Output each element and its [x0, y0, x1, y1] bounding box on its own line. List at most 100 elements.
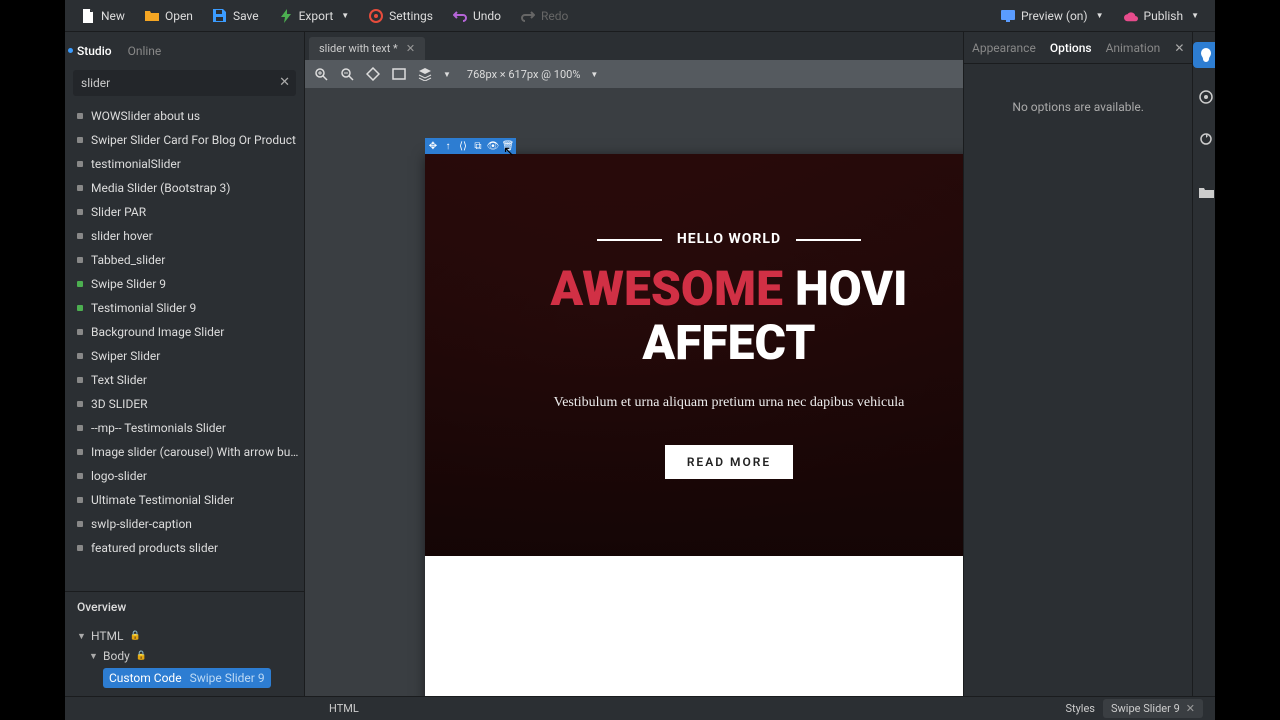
undo-icon [453, 9, 467, 23]
read-more-button[interactable]: READ MORE [665, 445, 793, 479]
footer-chip[interactable]: Swipe Slider 9✕ [1103, 699, 1203, 718]
list-item[interactable]: WOWSlider about us [69, 104, 300, 128]
footer-bar: HTML Styles Swipe Slider 9✕ [65, 696, 1215, 720]
file-tabs: slider with text *✕ [305, 32, 963, 60]
canvas[interactable]: ✥ ↑ ⟨⟩ ⧉ 👁 🗑 ↖ HELLO WORLD AWESOME HOVI … [305, 88, 963, 696]
footer-styles[interactable]: Styles [1065, 702, 1095, 715]
undo-button[interactable]: Undo [445, 5, 509, 27]
list-item[interactable]: 3D SLIDER [69, 392, 300, 416]
list-item[interactable]: Ultimate Testimonial Slider [69, 488, 300, 512]
bolt-icon [279, 9, 293, 23]
main-toolbar: New Open Save Export ▼ Settings Undo Redo… [65, 0, 1215, 32]
gear-icon [369, 9, 383, 23]
tab-appearance[interactable]: Appearance [972, 41, 1036, 55]
right-sidebar [1192, 32, 1215, 696]
list-item[interactable]: Text Slider [69, 368, 300, 392]
chevron-down-icon: ▼ [1096, 11, 1104, 20]
hide-icon[interactable]: 👁 [487, 140, 499, 152]
outline-icon[interactable] [365, 66, 381, 82]
left-panel: Studio Online ✕ WOWSlider about usSwiper… [65, 32, 305, 696]
footer-html[interactable]: HTML [329, 702, 359, 715]
settings-button[interactable]: Settings [361, 5, 441, 27]
list-item[interactable]: slider hover [69, 224, 300, 248]
save-icon [213, 9, 227, 23]
file-tab[interactable]: slider with text *✕ [309, 37, 425, 60]
chevron-down-icon[interactable]: ▼ [443, 70, 451, 79]
page-body [425, 556, 963, 696]
publish-button[interactable]: Publish ▼ [1116, 5, 1207, 27]
folder-icon [145, 9, 159, 23]
tree-body[interactable]: ▼Body🔒 [73, 646, 296, 666]
left-tabs: Studio Online [65, 32, 304, 62]
chevron-down-icon: ▼ [1191, 11, 1199, 20]
list-item[interactable]: --mp-- Testimonials Slider [69, 416, 300, 440]
list-item[interactable]: swIp-slider-caption [69, 512, 300, 536]
hero-title: AWESOME HOVI AFFECT [550, 263, 907, 371]
paint-icon[interactable] [1193, 42, 1215, 68]
redo-label: Redo [541, 9, 568, 23]
rect-icon[interactable] [391, 66, 407, 82]
hero-subtitle: Vestibulum et urna aliquam pretium urna … [554, 395, 905, 411]
new-button[interactable]: New [73, 5, 133, 27]
move-icon[interactable]: ✥ [427, 140, 439, 152]
list-item[interactable]: Swipe Slider 9 [69, 272, 300, 296]
copy-icon[interactable]: ⧉ [472, 140, 484, 152]
lock-icon: 🔒 [130, 631, 141, 641]
list-item[interactable]: Tabbed_slider [69, 248, 300, 272]
chevron-down-icon: ▼ [341, 11, 349, 20]
preview-icon [1001, 9, 1015, 23]
list-item[interactable]: Slider PAR [69, 200, 300, 224]
right-tabs: Appearance Options Animation ✕ [964, 32, 1192, 64]
publish-label: Publish [1144, 9, 1184, 23]
up-icon[interactable]: ↑ [442, 140, 454, 152]
save-button[interactable]: Save [205, 5, 267, 27]
right-body: No options are available. [964, 64, 1192, 696]
redo-button[interactable]: Redo [513, 5, 576, 27]
search-input[interactable] [73, 70, 296, 96]
tab-studio[interactable]: Studio [77, 40, 112, 62]
file-icon [81, 9, 95, 23]
layers-icon[interactable] [417, 66, 433, 82]
code-icon[interactable]: ⟨⟩ [457, 140, 469, 152]
export-label: Export [299, 9, 334, 23]
gear-icon[interactable] [1193, 84, 1215, 110]
lock-icon: 🔒 [136, 651, 147, 661]
tab-options[interactable]: Options [1050, 41, 1092, 55]
cursor-icon: ↖ [503, 144, 515, 160]
list-item[interactable]: testimonialSlider [69, 152, 300, 176]
preview-label: Preview (on) [1021, 9, 1088, 23]
tree-custom-code[interactable]: Custom CodeSwipe Slider 9 [103, 668, 271, 688]
list-item[interactable]: featured products slider [69, 536, 300, 560]
save-label: Save [233, 9, 259, 23]
list-item[interactable]: Swiper Slider Card For Blog Or Product [69, 128, 300, 152]
list-item[interactable]: Swiper Slider [69, 344, 300, 368]
new-label: New [101, 9, 125, 23]
overview-header[interactable]: Overview [65, 591, 304, 622]
tab-animation[interactable]: Animation [1106, 41, 1161, 55]
center-panel: slider with text *✕ ▼ 768px × 617px @ 10… [305, 32, 963, 696]
list-item[interactable]: Testimonial Slider 9 [69, 296, 300, 320]
zoom-in-icon[interactable] [313, 66, 329, 82]
tab-online[interactable]: Online [128, 40, 162, 62]
component-list[interactable]: WOWSlider about usSwiper Slider Card For… [65, 104, 304, 591]
animation-icon[interactable] [1193, 126, 1215, 152]
overview-tree: ▼HTML🔒 ▼Body🔒 Custom CodeSwipe Slider 9 [65, 622, 304, 696]
canvas-dimensions[interactable]: 768px × 617px @ 100% [467, 68, 580, 81]
clear-search-icon[interactable]: ✕ [279, 75, 290, 90]
chevron-down-icon[interactable]: ▼ [590, 70, 598, 79]
close-tab-icon[interactable]: ✕ [406, 42, 415, 55]
close-panel-icon[interactable]: ✕ [1174, 41, 1184, 55]
list-item[interactable]: Image slider (carousel) With arrow bu… [69, 440, 300, 464]
close-chip-icon[interactable]: ✕ [1186, 702, 1195, 715]
export-button[interactable]: Export ▼ [271, 5, 358, 27]
folder-icon[interactable] [1193, 180, 1215, 206]
list-item[interactable]: Background Image Slider [69, 320, 300, 344]
open-button[interactable]: Open [137, 5, 201, 27]
list-item[interactable]: Media Slider (Bootstrap 3) [69, 176, 300, 200]
preview-button[interactable]: Preview (on) ▼ [993, 5, 1112, 27]
tree-html[interactable]: ▼HTML🔒 [73, 626, 296, 646]
page-preview[interactable]: HELLO WORLD AWESOME HOVI AFFECT Vestibul… [425, 154, 963, 696]
list-item[interactable]: logo-slider [69, 464, 300, 488]
zoom-out-icon[interactable] [339, 66, 355, 82]
right-panel: Appearance Options Animation ✕ No option… [963, 32, 1215, 696]
